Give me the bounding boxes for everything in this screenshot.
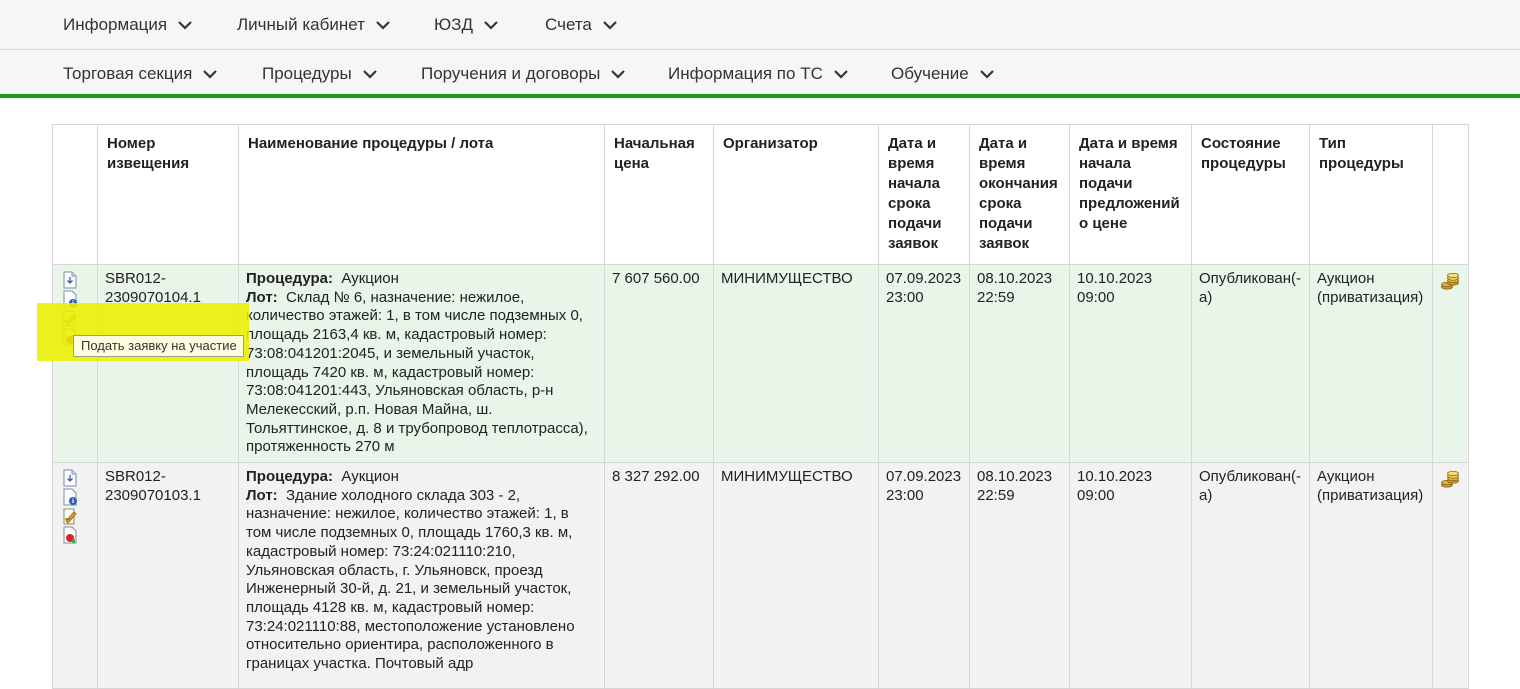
nav-item-label: Информация bbox=[63, 15, 168, 34]
chevron-down-icon bbox=[834, 70, 848, 79]
lot-description: Склад № 6, назначение: нежилое, количест… bbox=[246, 288, 588, 456]
cell-extra bbox=[1432, 263, 1469, 464]
header-start-date[interactable]: Дата и время начала срока подачи заявок bbox=[878, 124, 970, 265]
cell-bids-date: 10.10.2023 09:00 bbox=[1069, 462, 1192, 689]
cell-organizer: МИНИМУЩЕСТВО bbox=[713, 462, 879, 689]
header-number[interactable]: Номер извещения bbox=[97, 124, 239, 265]
report-icon[interactable] bbox=[62, 526, 78, 544]
chevron-down-icon bbox=[979, 70, 994, 79]
nav-item-personal-cabinet[interactable]: Личный кабинет bbox=[237, 15, 391, 35]
table-row[interactable]: SBR012-2309070103.1 Процедура: Аукцион Л… bbox=[52, 462, 1469, 689]
primary-nav: Информация Личный кабинет ЮЗД Счета bbox=[0, 0, 1520, 50]
cell-price: 7 607 560.00 bbox=[604, 263, 714, 464]
chevron-down-icon bbox=[178, 21, 192, 30]
cell-type: Аукцион (приватизация) bbox=[1309, 263, 1433, 464]
coins-icon[interactable] bbox=[1440, 470, 1460, 490]
table-row[interactable]: SBR012-2309070104.1 Процедура: Аукцион Л… bbox=[52, 263, 1469, 464]
nav-item-label: Обучение bbox=[891, 64, 969, 83]
cell-price: 8 327 292.00 bbox=[604, 462, 714, 689]
document-info-icon[interactable] bbox=[62, 488, 78, 506]
cell-status: Опубликован(-а) bbox=[1191, 462, 1310, 689]
document-download-icon[interactable] bbox=[62, 469, 78, 487]
procedure-type: Аукцион bbox=[341, 468, 399, 486]
nav-item-label: Информация по ТС bbox=[668, 64, 823, 83]
header-name[interactable]: Наименование процедуры / лота bbox=[238, 124, 605, 265]
coins-icon[interactable] bbox=[1440, 272, 1460, 292]
header-organizer[interactable]: Организатор bbox=[713, 124, 879, 265]
nav-item-procedures[interactable]: Процедуры bbox=[262, 64, 378, 84]
nav-item-training[interactable]: Обучение bbox=[891, 64, 995, 84]
header-bids-date[interactable]: Дата и время начала подачи предложений о… bbox=[1069, 124, 1192, 265]
cell-status: Опубликован(-а) bbox=[1191, 263, 1310, 464]
cell-number[interactable]: SBR012-2309070103.1 bbox=[97, 462, 239, 689]
header-price[interactable]: Начальная цена bbox=[604, 124, 714, 265]
cell-end-date: 08.10.2023 22:59 bbox=[969, 462, 1070, 689]
procedure-label: Процедура: bbox=[246, 468, 334, 486]
nav-item-orders-contracts[interactable]: Поручения и договоры bbox=[421, 64, 626, 84]
nav-item-label: ЮЗД bbox=[434, 15, 473, 34]
nav-item-yuzd[interactable]: ЮЗД bbox=[434, 15, 499, 35]
chevron-down-icon bbox=[484, 21, 498, 30]
cell-start-date: 07.09.2023 23:00 bbox=[878, 462, 970, 689]
lot-label: Лот: bbox=[246, 288, 278, 306]
nav-item-label: Личный кабинет bbox=[237, 15, 365, 34]
header-end-date[interactable]: Дата и время окончания срока подачи заяв… bbox=[969, 124, 1070, 265]
header-actions bbox=[52, 124, 98, 265]
chevron-down-icon bbox=[603, 21, 617, 30]
chevron-down-icon bbox=[376, 21, 390, 30]
document-download-icon[interactable] bbox=[62, 271, 78, 289]
lot-label: Лот: bbox=[246, 486, 278, 504]
nav-item-label: Поручения и договоры bbox=[421, 64, 601, 83]
cell-end-date: 08.10.2023 22:59 bbox=[969, 263, 1070, 464]
secondary-nav: Торговая секция Процедуры Поручения и до… bbox=[0, 50, 1520, 98]
nav-item-trading-section[interactable]: Торговая секция bbox=[63, 64, 218, 84]
nav-item-label: Процедуры bbox=[262, 64, 352, 83]
cell-extra bbox=[1432, 462, 1469, 689]
chevron-down-icon bbox=[611, 70, 626, 79]
table-header-row: Номер извещения Наименование процедуры /… bbox=[52, 124, 1469, 265]
edit-application-icon[interactable] bbox=[62, 507, 78, 525]
procedure-label: Процедура: bbox=[246, 270, 334, 287]
nav-item-label: Торговая секция bbox=[63, 64, 193, 83]
cell-bids-date: 10.10.2023 09:00 bbox=[1069, 263, 1192, 464]
cell-start-date: 07.09.2023 23:00 bbox=[878, 263, 970, 464]
procedure-type: Аукцион bbox=[341, 270, 399, 287]
tooltip: Подать заявку на участие bbox=[73, 335, 244, 357]
cell-name: Процедура: Аукцион Лот: Здание холодного… bbox=[238, 462, 605, 689]
header-type[interactable]: Тип процедуры bbox=[1309, 124, 1433, 265]
cell-name: Процедура: Аукцион Лот: Склад № 6, назна… bbox=[238, 263, 605, 464]
cell-number[interactable]: SBR012-2309070104.1 bbox=[97, 263, 239, 464]
nav-item-label: Счета bbox=[545, 15, 592, 34]
nav-item-information[interactable]: Информация bbox=[63, 15, 193, 35]
lot-description: Здание холодного склада 303 - 2, назначе… bbox=[246, 486, 575, 673]
cell-organizer: МИНИМУЩЕСТВО bbox=[713, 263, 879, 464]
procedures-table: Номер извещения Наименование процедуры /… bbox=[52, 124, 1469, 689]
header-status[interactable]: Состояние процедуры bbox=[1191, 124, 1310, 265]
nav-item-accounts[interactable]: Счета bbox=[545, 15, 618, 35]
row-actions bbox=[52, 263, 98, 464]
chevron-down-icon bbox=[203, 70, 218, 79]
cell-type: Аукцион (приватизация) bbox=[1309, 462, 1433, 689]
nav-item-ts-info[interactable]: Информация по ТС bbox=[668, 64, 849, 84]
row-actions bbox=[52, 462, 98, 689]
header-extra bbox=[1432, 124, 1469, 265]
chevron-down-icon bbox=[362, 70, 377, 79]
